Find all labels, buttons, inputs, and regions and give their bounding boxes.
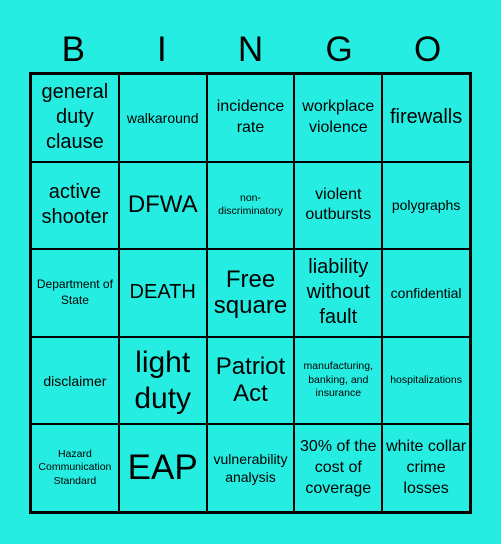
bingo-cell[interactable]: incidence rate bbox=[206, 74, 295, 162]
header-letter-i: I bbox=[157, 30, 167, 69]
bingo-cell[interactable]: firewalls bbox=[382, 74, 470, 162]
bingo-cell[interactable]: 30% of the cost of coverage bbox=[294, 424, 383, 512]
bingo-cell[interactable]: liability without fault bbox=[294, 249, 383, 337]
bingo-cell[interactable]: light duty bbox=[118, 336, 207, 425]
bingo-cell[interactable]: general duty clause bbox=[31, 74, 119, 162]
bingo-cell[interactable]: EAP bbox=[118, 424, 207, 512]
bingo-cell[interactable]: Patriot Act bbox=[206, 336, 295, 425]
bingo-cell[interactable]: Department of State bbox=[31, 249, 119, 337]
bingo-cell[interactable]: active shooter bbox=[31, 161, 119, 250]
bingo-cell[interactable]: vulnerability analysis bbox=[206, 424, 295, 512]
bingo-header: B I N G O bbox=[29, 28, 472, 72]
header-letter-g: G bbox=[325, 30, 353, 69]
bingo-cell[interactable]: violent outbursts bbox=[294, 161, 383, 250]
bingo-cell[interactable]: non-discriminatory bbox=[206, 161, 295, 250]
bingo-cell[interactable]: white collar crime losses bbox=[382, 424, 470, 512]
bingo-cell[interactable]: walkaround bbox=[118, 74, 207, 162]
bingo-cell[interactable]: disclaimer bbox=[31, 336, 119, 425]
bingo-cell[interactable]: Hazard Communication Standard bbox=[31, 424, 119, 512]
bingo-card: general duty clause walkaround incidence r… bbox=[29, 72, 472, 514]
bingo-cell[interactable]: polygraphs bbox=[382, 161, 470, 250]
bingo-cell[interactable]: hospitalizations bbox=[382, 336, 470, 425]
bingo-cell[interactable]: DFWA bbox=[118, 161, 207, 250]
bingo-cell[interactable]: confidential bbox=[382, 249, 470, 337]
header-letter-o: O bbox=[414, 30, 442, 69]
bingo-cell[interactable]: manufacturing, banking, and insurance bbox=[294, 336, 383, 425]
bingo-cell[interactable]: workplace violence bbox=[294, 74, 383, 162]
header-letter-n: N bbox=[237, 30, 264, 69]
bingo-cell[interactable]: Free square bbox=[206, 249, 295, 337]
header-letter-b: B bbox=[61, 30, 85, 69]
bingo-cell[interactable]: DEATH bbox=[118, 249, 207, 337]
